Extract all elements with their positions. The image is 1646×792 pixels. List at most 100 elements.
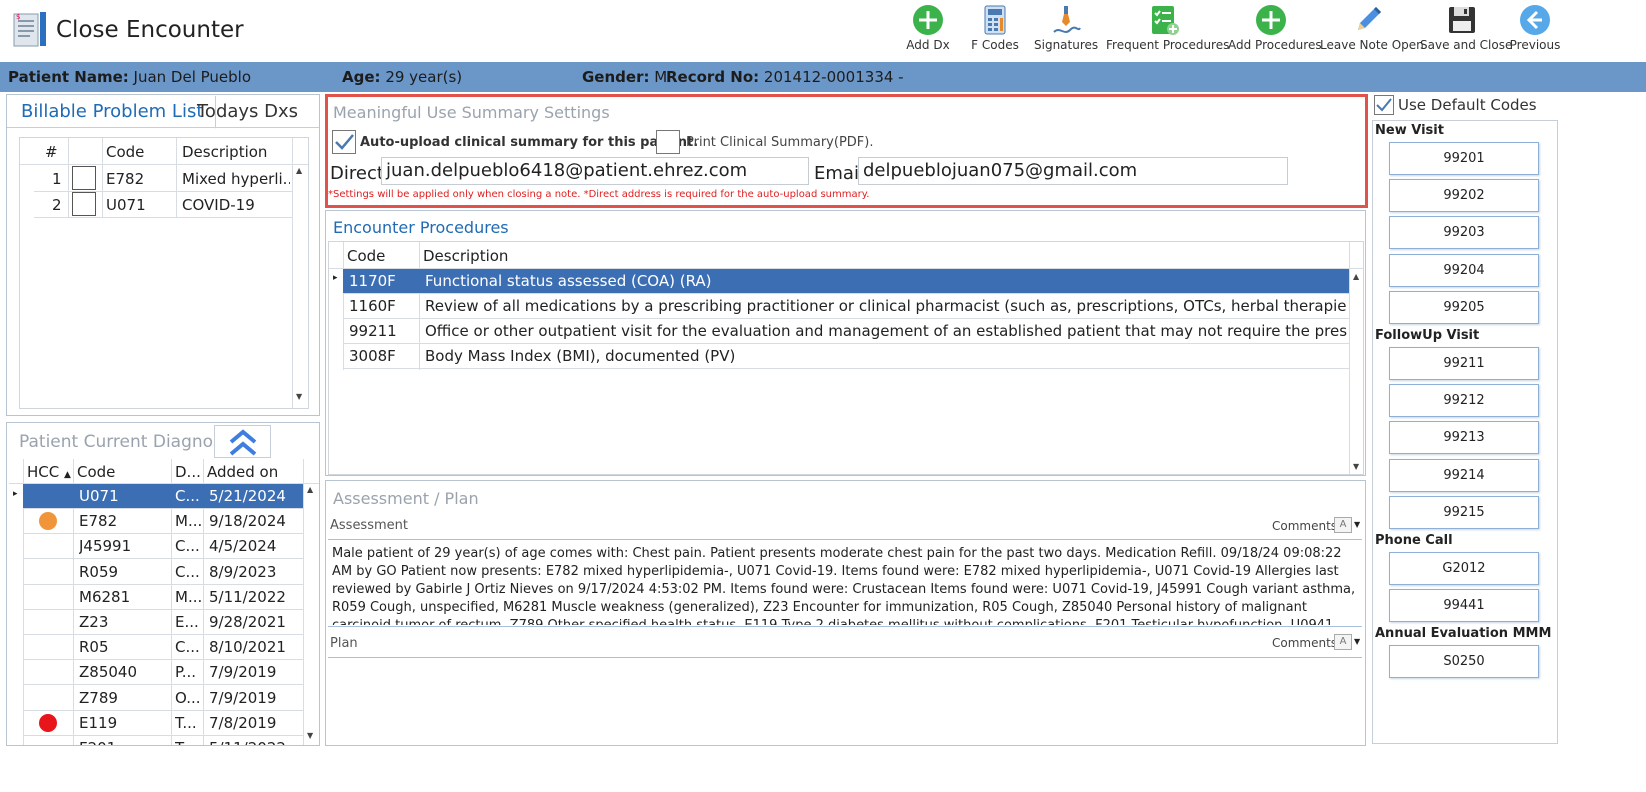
scroll-down-arrow[interactable]: ▼	[296, 392, 302, 401]
col-hcc[interactable]: HCC ▲	[27, 463, 71, 481]
scroll-down-arrow[interactable]: ▼	[1353, 462, 1359, 471]
add-dx-button[interactable]: Add Dx	[902, 4, 954, 58]
previous-button[interactable]: Previous	[1508, 4, 1562, 58]
col-code[interactable]: Code	[106, 143, 144, 161]
procedure-row[interactable]: 1160F Review of all medications by a pres…	[343, 294, 1349, 319]
dx-code: R059	[79, 562, 119, 581]
dx-row[interactable]: R05 C... 8/10/2021	[23, 635, 303, 661]
svg-text:$: $	[16, 13, 20, 21]
col-code[interactable]: Code	[347, 247, 385, 265]
dx-added-on: 5/11/2022	[209, 739, 286, 745]
add-dx-label: Add Dx	[906, 38, 950, 52]
patient-record-number: Record No: 201412-0001334 -	[666, 68, 904, 86]
dx-code: E782	[79, 512, 118, 531]
signature-pen-icon	[1053, 6, 1081, 33]
patient-age: Age: 29 year(s)	[342, 68, 463, 86]
code-group-title: Annual Evaluation MMM	[1375, 626, 1552, 642]
procedures-grid: Code Description ▸ 1170F Functional statu…	[328, 241, 1364, 475]
comment-icon[interactable]: A	[1334, 517, 1352, 533]
procedure-description: Review of all medications by a prescribi…	[425, 297, 1347, 315]
problem-row-2-checkbox[interactable]	[72, 192, 96, 216]
arrow-left-circle-icon	[1520, 5, 1550, 35]
chevron-down-icon[interactable]: ▼	[1354, 637, 1360, 646]
dx-row[interactable]: E119 T... 7/8/2019	[23, 711, 303, 736]
problem-list-grid: # Code Description 1 E782 Mixed hyperli.…	[19, 137, 309, 409]
code-button-99204[interactable]: 99204	[1389, 253, 1539, 287]
auto-upload-checkbox[interactable]	[332, 130, 356, 154]
pencil-icon	[1358, 7, 1381, 30]
current-diagnosis-title: Patient Current Diagnosis	[19, 432, 236, 452]
dx-row[interactable]: Z85040 P... 7/9/2019	[23, 660, 303, 686]
code-button-99214[interactable]: 99214	[1389, 458, 1539, 492]
add-procedures-button[interactable]: Add Procedures	[1228, 4, 1322, 58]
code-button-99441[interactable]: 99441	[1389, 589, 1539, 623]
scroll-up-arrow[interactable]: ▲	[307, 485, 313, 494]
code-button-g2012[interactable]: G2012	[1389, 552, 1539, 585]
procedure-row[interactable]: 3008F Body Mass Index (BMI), documented (…	[343, 344, 1349, 369]
dx-row[interactable]: U071 C... 5/21/2024	[23, 484, 303, 509]
dx-code: E119	[79, 713, 118, 732]
encounter-procedures-panel: Encounter Procedures Code Description ▸ …	[325, 210, 1366, 476]
code-button-99201[interactable]: 99201	[1389, 142, 1539, 175]
frequent-procedures-button[interactable]: Frequent Procedures	[1106, 4, 1229, 58]
assessment-text[interactable]: Male patient of 29 year(s) of age comes …	[332, 545, 1356, 625]
app-header: $ Close Encounter Add Dx F Codes Signatu…	[0, 0, 1646, 60]
dx-row[interactable]: Z789 O... 7/9/2019	[23, 686, 303, 711]
comment-icon[interactable]: A	[1334, 634, 1352, 650]
col-description[interactable]: Description	[182, 143, 267, 161]
code-button-99213[interactable]: 99213	[1389, 421, 1539, 455]
problem-row-2-desc: COVID-19	[182, 196, 255, 214]
code-button-99215[interactable]: 99215	[1389, 495, 1539, 529]
checklist-icon	[1152, 6, 1179, 35]
problem-row-1-code: E782	[106, 170, 145, 188]
problem-row-1-num: 1	[52, 170, 62, 188]
tab-todays-dxs[interactable]: Todays Dxs	[185, 96, 310, 127]
print-summary-checkbox[interactable]	[656, 130, 680, 154]
leave-note-open-button[interactable]: Leave Note Open	[1320, 4, 1424, 58]
scroll-down-arrow[interactable]: ▼	[307, 731, 313, 740]
procedure-description: Office or other outpatient visit for the…	[425, 322, 1347, 340]
col-code[interactable]: Code	[77, 463, 115, 481]
col-description[interactable]: Description	[423, 247, 508, 265]
f-codes-button[interactable]: F Codes	[968, 4, 1022, 58]
plus-circle-icon	[1256, 5, 1286, 35]
direct-address-field[interactable]: juan.delpueblo6418@patient.ehrez.com	[381, 157, 809, 185]
dx-row[interactable]: J45991 C... 4/5/2024	[23, 534, 303, 560]
hcc-indicator	[39, 713, 57, 732]
procedure-row[interactable]: 99211 Office or other outpatient visit fo…	[343, 319, 1349, 344]
dx-row[interactable]: F201 T... 5/11/2022	[23, 736, 303, 745]
col-description[interactable]: D...	[175, 463, 201, 481]
chevron-down-icon[interactable]: ▼	[1354, 520, 1360, 529]
signatures-button[interactable]: Signatures	[1034, 4, 1098, 58]
settings-note: *Settings will be applied only when clos…	[328, 189, 870, 200]
problem-row-2-num: 2	[52, 196, 62, 214]
f-codes-label: F Codes	[971, 38, 1019, 52]
code-button-s0250[interactable]: S0250	[1389, 645, 1539, 679]
procedure-row[interactable]: 1170F Functional status assessed (COA) (R…	[343, 269, 1349, 294]
plan-text[interactable]	[332, 661, 1356, 741]
dx-row[interactable]: R059 C... 8/9/2023	[23, 560, 303, 585]
problem-row-1-checkbox[interactable]	[72, 166, 96, 190]
dx-description: C...	[175, 537, 200, 556]
scroll-up-arrow[interactable]: ▲	[1353, 272, 1359, 281]
code-button-99202[interactable]: 99202	[1389, 179, 1539, 213]
dx-row[interactable]: M6281 M... 5/11/2022	[23, 585, 303, 610]
code-button-99205[interactable]: 99205	[1389, 290, 1539, 324]
current-diagnosis-panel: Patient Current Diagnosis HCC ▲ Code D..…	[6, 422, 320, 746]
dx-row[interactable]: Z23 E... 9/28/2021	[23, 610, 303, 635]
code-button-99211[interactable]: 99211	[1389, 347, 1539, 380]
save-and-close-button[interactable]: Save and Close	[1420, 4, 1512, 58]
use-default-codes-checkbox[interactable]	[1374, 95, 1394, 115]
add-procedures-label: Add Procedures	[1228, 38, 1322, 52]
code-button-99212[interactable]: 99212	[1389, 384, 1539, 418]
collapse-button[interactable]	[214, 425, 271, 458]
dx-row[interactable]: E782 M... 9/18/2024	[23, 509, 303, 535]
col-added-on[interactable]: Added on	[207, 463, 278, 481]
email-field[interactable]: delpueblojuan075@gmail.com	[858, 157, 1288, 185]
dx-code: U071	[79, 487, 119, 505]
code-button-99203[interactable]: 99203	[1389, 216, 1539, 250]
signatures-label: Signatures	[1034, 38, 1099, 52]
dx-description: C...	[175, 487, 200, 505]
dx-description: C...	[175, 638, 200, 657]
scroll-up-arrow[interactable]: ▲	[296, 166, 302, 175]
